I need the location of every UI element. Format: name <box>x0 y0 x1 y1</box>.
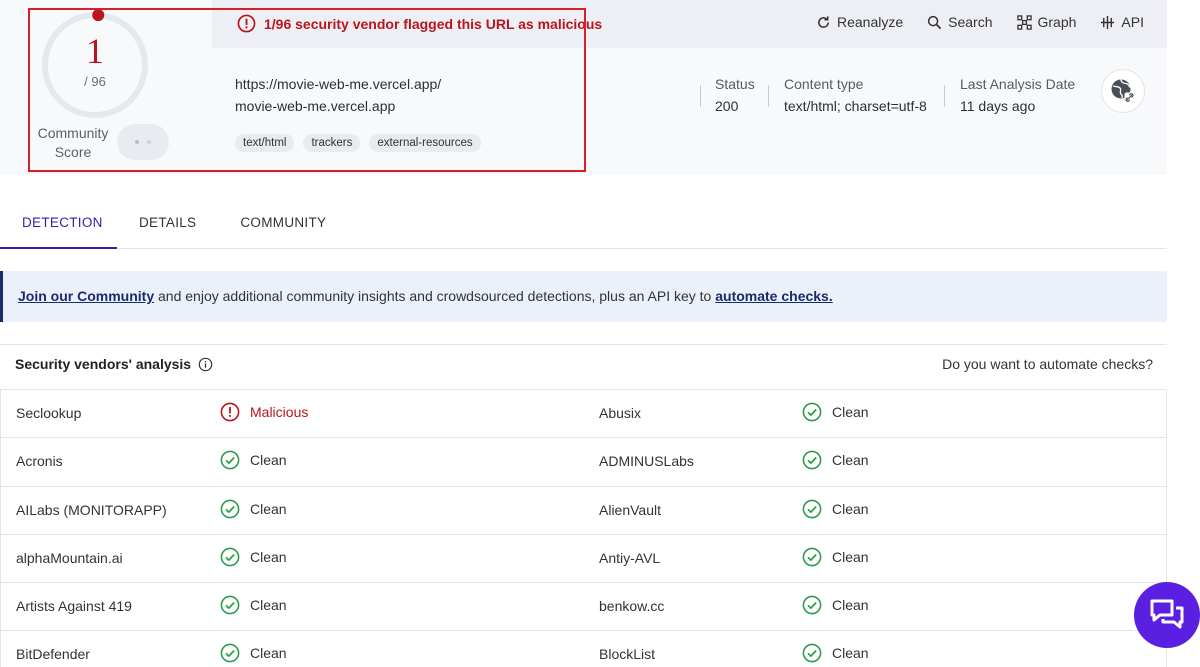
vendor-result: Clean <box>802 643 869 663</box>
vendors-title: Security vendors' analysis <box>15 356 213 372</box>
vendor-result: Clean <box>802 450 869 470</box>
join-community-link[interactable]: Join our Community <box>18 288 154 304</box>
info-icon[interactable] <box>198 357 213 372</box>
vendor-result: Clean <box>220 547 287 567</box>
clean-check-icon <box>802 450 822 470</box>
tag-external-resources[interactable]: external-resources <box>369 134 481 152</box>
table-row: Artists Against 419 Clean benkow.cc Clea… <box>1 583 1166 632</box>
last-analysis-label: Last Analysis Date <box>960 76 1076 92</box>
vendor-result: Malicious <box>220 402 308 422</box>
clean-check-icon <box>802 595 822 615</box>
vendor-name: Abusix <box>599 405 642 421</box>
vendor-name: alphaMountain.ai <box>16 549 123 566</box>
url-globe-button[interactable] <box>1101 69 1145 113</box>
content-type-label: Content type <box>784 76 864 92</box>
banner-text: and enjoy additional community insights … <box>154 288 716 304</box>
clean-check-icon <box>802 499 822 519</box>
api-button[interactable]: API <box>1100 14 1144 30</box>
vendor-result: Clean <box>802 547 869 567</box>
chat-support-button[interactable] <box>1134 582 1200 648</box>
table-row: BitDefender Clean BlockList Clean <box>1 631 1166 667</box>
chat-bubbles-icon <box>1149 597 1185 633</box>
alert-circle-icon <box>237 14 256 33</box>
community-score-toggle[interactable] <box>117 124 169 160</box>
vendor-name: BitDefender <box>16 646 90 663</box>
tab-community[interactable]: COMMUNITY <box>218 197 348 249</box>
tab-detection[interactable]: DETECTION <box>0 197 117 249</box>
vendor-table: Seclookup Malicious Abusix Clean Acronis… <box>0 389 1167 667</box>
clean-check-icon <box>220 595 240 615</box>
vendor-name: Seclookup <box>16 405 82 421</box>
malicious-icon <box>220 402 240 422</box>
vendor-result: Clean <box>220 595 287 615</box>
vendor-name: AlienVault <box>599 501 662 518</box>
community-score-label: Community Score <box>37 125 109 160</box>
vendor-result: Clean <box>802 402 869 422</box>
vendor-result: Clean <box>220 499 287 519</box>
last-analysis-value: 11 days ago <box>960 98 1036 114</box>
status-value: 200 <box>715 98 739 114</box>
vendor-name: benkow.cc <box>599 598 665 615</box>
url-tags: text/html trackers external-resources <box>235 134 481 152</box>
clean-check-icon <box>802 643 822 663</box>
automate-checks-link[interactable]: automate checks. <box>715 288 833 304</box>
meta-divider <box>944 85 945 107</box>
vendor-result: Clean <box>220 450 287 470</box>
search-icon <box>927 15 942 30</box>
vendor-result: Clean <box>220 643 287 663</box>
alert-text: 1/96 security vendor flagged this URL as… <box>264 15 603 32</box>
api-icon <box>1100 15 1115 30</box>
table-row: Seclookup Malicious Abusix Clean <box>1 390 1166 439</box>
detection-count: 1 <box>86 31 104 71</box>
tab-details[interactable]: DETAILS <box>117 197 218 249</box>
status-meta: Status 200 <box>715 73 755 117</box>
vendor-name: Acronis <box>16 453 63 470</box>
clean-check-icon <box>802 547 822 567</box>
graph-button[interactable]: Graph <box>1016 14 1076 30</box>
refresh-icon <box>816 15 831 30</box>
clean-check-icon <box>802 402 822 422</box>
target-domain[interactable]: movie-web-me.vercel.app <box>235 95 441 117</box>
meta-divider <box>700 85 701 107</box>
clean-check-icon <box>220 547 240 567</box>
community-banner: Join our Community and enjoy additional … <box>0 271 1167 322</box>
score-ring-marker <box>92 10 105 22</box>
vendor-name: AILabs (MONITORAPP) <box>16 501 167 518</box>
clean-check-icon <box>220 499 240 519</box>
clean-check-icon <box>220 643 240 663</box>
target-url[interactable]: https://movie-web-me.vercel.app/ <box>235 73 441 95</box>
content-type-meta: Content type text/html; charset=utf-8 <box>784 73 927 117</box>
toolbar: Reanalyze Search Graph API <box>792 14 1144 30</box>
vendor-name: Artists Against 419 <box>16 598 132 615</box>
globe-link-icon <box>1109 77 1137 105</box>
vendor-name: Antiy-AVL <box>599 549 661 566</box>
status-label: Status <box>715 76 755 92</box>
content-type-value: text/html; charset=utf-8 <box>784 98 927 114</box>
vendor-name: ADMINUSLabs <box>599 453 694 470</box>
table-row: alphaMountain.ai Clean Antiy-AVL Clean <box>1 535 1166 584</box>
automate-checks-cta[interactable]: Do you want to automate checks? <box>942 356 1153 372</box>
target-url-block: https://movie-web-me.vercel.app/ movie-w… <box>235 73 441 117</box>
search-button[interactable]: Search <box>927 14 993 30</box>
vendor-result: Clean <box>802 499 869 519</box>
table-row: Acronis Clean ADMINUSLabs Clean <box>1 438 1166 487</box>
meta-divider <box>768 85 769 107</box>
table-row: AILabs (MONITORAPP) Clean AlienVault Cle… <box>1 487 1166 535</box>
vendors-header: Security vendors' analysis Do you want t… <box>0 344 1167 384</box>
clean-check-icon <box>220 450 240 470</box>
malicious-alert: 1/96 security vendor flagged this URL as… <box>237 14 602 33</box>
tag-text-html[interactable]: text/html <box>235 134 295 152</box>
vendor-name: BlockList <box>599 646 656 663</box>
report-tabs: DETECTION DETAILS COMMUNITY <box>0 197 1167 249</box>
tag-trackers[interactable]: trackers <box>303 134 361 152</box>
vendor-result: Clean <box>802 595 869 615</box>
reanalyze-button[interactable]: Reanalyze <box>816 14 903 30</box>
detection-total: / 96 <box>84 74 106 89</box>
last-analysis-meta: Last Analysis Date 11 days ago <box>960 73 1075 117</box>
graph-icon <box>1016 14 1032 30</box>
